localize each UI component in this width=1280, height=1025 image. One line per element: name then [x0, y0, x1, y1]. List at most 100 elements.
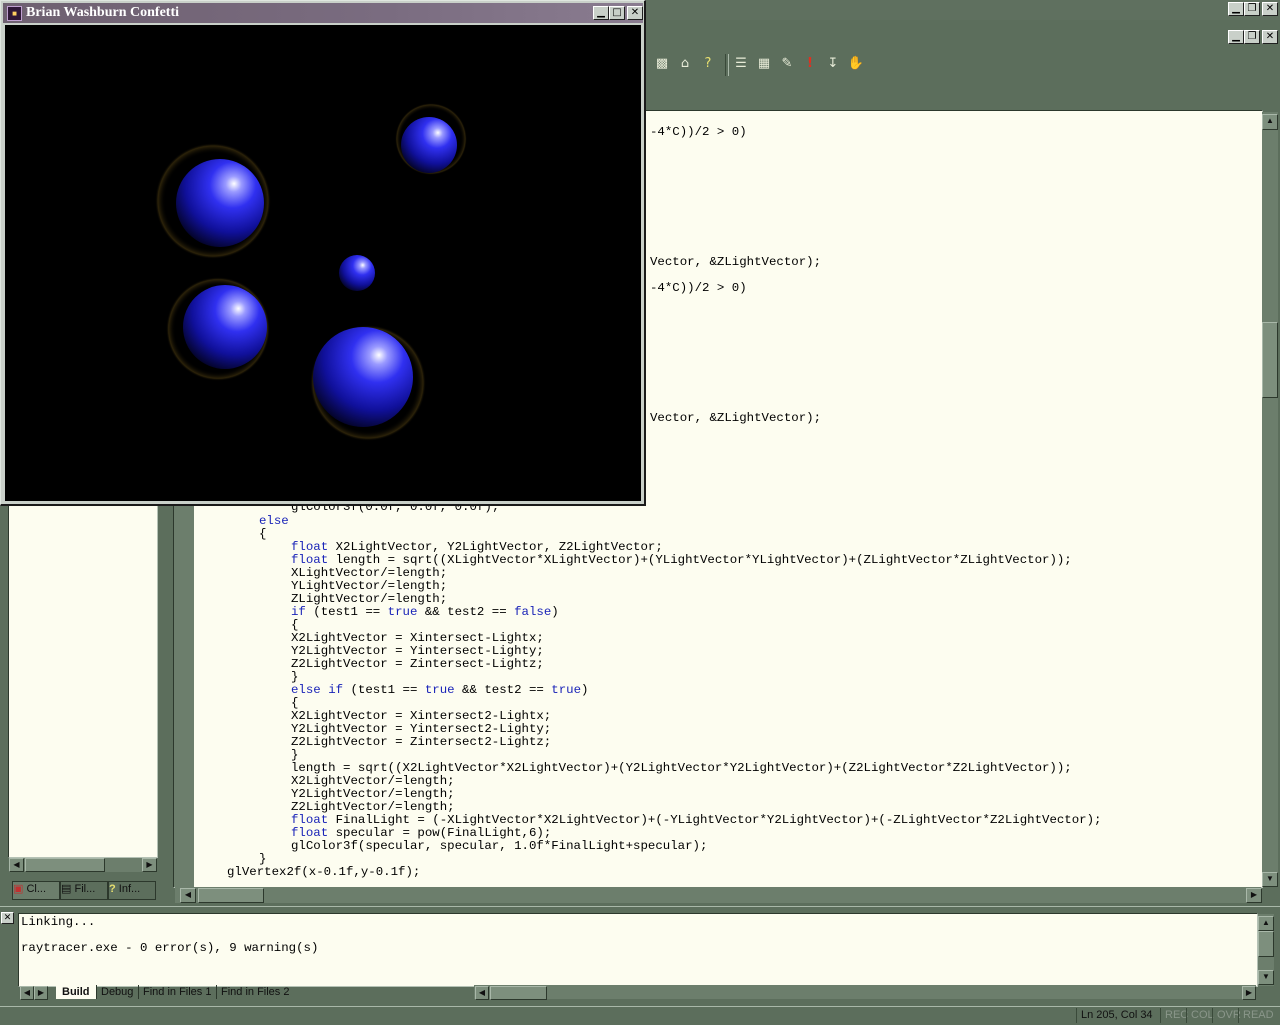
output-hscrollbar[interactable]	[474, 985, 1256, 999]
editor-hscroll-thumb[interactable]	[198, 888, 264, 903]
confetti-close-button[interactable]: ✕	[627, 6, 643, 20]
code-token: {	[259, 527, 267, 541]
doc-restore-button[interactable]: ❐	[1244, 30, 1260, 44]
output-tab-build[interactable]: Build	[56, 985, 96, 999]
toolbar-step-icon[interactable]: ↧	[823, 54, 843, 74]
code-token: X2LightVector/=length;	[291, 774, 455, 788]
toolbar-execute-icon[interactable]: !	[800, 54, 820, 74]
toolbar-compile-icon[interactable]: ✎	[777, 54, 797, 74]
code-token: YLightVector/=length;	[291, 579, 448, 593]
status-rec: REC	[1160, 1008, 1188, 1023]
status-position: Ln 205, Col 34	[1076, 1008, 1161, 1023]
output-tab-debug[interactable]: Debug	[96, 985, 137, 999]
confetti-title-bar[interactable]: ■ Brian Washburn Confetti ▁ □ ✕	[3, 3, 643, 23]
output-vscroll-thumb[interactable]	[1258, 931, 1274, 957]
app-restore-button[interactable]: ❐	[1244, 2, 1260, 16]
workspace-tree[interactable]	[8, 500, 158, 858]
code-token: )	[551, 605, 559, 619]
sphere	[176, 159, 264, 247]
editor-scroll-left-button[interactable]: ◀	[180, 888, 196, 903]
editor-scroll-right-button[interactable]: ▶	[1246, 888, 1262, 903]
code-token: && test2 ==	[454, 683, 552, 697]
code-keyword: else	[259, 514, 289, 528]
confetti-window-title: Brian Washburn Confetti	[26, 5, 179, 20]
confetti-minimize-button[interactable]: ▁	[593, 6, 609, 20]
code-token: ZLightVector/=length;	[291, 592, 448, 606]
sphere	[339, 255, 375, 291]
code-keyword: true	[551, 683, 582, 697]
code-token: Z2LightVector = Zintersect2-Lightz;	[291, 735, 552, 749]
output-tabs-prev-button[interactable]: ▶	[34, 986, 48, 1000]
output-scroll-left-button[interactable]: ◀	[475, 986, 489, 1000]
output-scroll-down-button[interactable]: ▼	[1258, 970, 1274, 985]
output-close-button[interactable]: ✕	[1, 912, 14, 924]
code-token: Y2LightVector = Yintersect2-Lighty;	[291, 722, 552, 736]
code-token: X2LightVector = Xintersect-Lightx;	[291, 631, 544, 645]
code-line: Z2LightVector = Zintersect-Lightz;	[291, 658, 544, 671]
code-fragment: -4*C))/2 > 0)	[650, 281, 747, 295]
output-hscroll-thumb[interactable]	[490, 986, 547, 1000]
output-line: Linking...	[21, 915, 96, 929]
code-token: glColor3f(specular, specular, 1.0f*Final…	[291, 839, 708, 853]
confetti-maximize-button[interactable]: □	[609, 6, 625, 20]
editor-hscrollbar[interactable]	[175, 887, 1261, 903]
editor-scroll-up-button[interactable]: ▲	[1262, 114, 1278, 130]
workspace-tab-infoview[interactable]: ? Inf...	[108, 881, 156, 900]
doc-minimize-button[interactable]: ▁	[1228, 30, 1244, 44]
workspace-scroll-left-button[interactable]: ◀	[9, 858, 24, 872]
code-line: glVertex2f(x-0.1f,y-0.1f);	[227, 866, 420, 879]
code-keyword: false	[514, 605, 552, 619]
code-token: }	[291, 670, 299, 684]
code-token: specular = pow(FinalLight,6);	[328, 826, 552, 840]
code-token: length = sqrt((XLightVector*XLightVector…	[328, 553, 1072, 567]
editor-vscroll-thumb[interactable]	[1262, 322, 1278, 398]
code-keyword: if	[291, 605, 306, 619]
code-token: length = sqrt((X2LightVector*X2LightVect…	[291, 761, 1072, 775]
code-token: Z2LightVector = Zintersect-Lightz;	[291, 657, 544, 671]
info-view-icon: ?	[109, 883, 116, 895]
sphere	[313, 327, 413, 427]
output-tab-find1[interactable]: Find in Files 1	[138, 985, 215, 999]
workspace-tab-classview[interactable]: ▣ Cl...	[12, 881, 60, 900]
code-token: {	[291, 696, 299, 710]
code-token: )	[581, 683, 589, 697]
workspace-scroll-thumb[interactable]	[25, 858, 105, 872]
toolbar-workspace-icon[interactable]: ☰	[731, 54, 751, 74]
code-keyword: true	[424, 683, 455, 697]
app-close-button[interactable]: ✕	[1262, 2, 1278, 16]
editor-scroll-down-button[interactable]: ▼	[1262, 872, 1278, 887]
code-token: && test2 ==	[417, 605, 515, 619]
sphere	[401, 117, 457, 173]
doc-close-button[interactable]: ✕	[1262, 30, 1278, 44]
code-keyword: else	[291, 683, 321, 697]
code-token: }	[259, 852, 267, 866]
app-minimize-button[interactable]: ▁	[1228, 2, 1244, 16]
code-token: FinalLight = (-XLightVector*X2LightVecto…	[328, 813, 1102, 827]
code-line: if (test1 == true && test2 == false)	[291, 606, 559, 619]
code-keyword: true	[387, 605, 418, 619]
code-line: else if (test1 == true && test2 == true)	[291, 684, 588, 697]
toolbar-checkout-icon[interactable]: ▩	[652, 54, 672, 74]
output-tabs-first-button[interactable]: ◀	[20, 986, 34, 1000]
code-token: (test1 ==	[305, 605, 388, 619]
code-fragment: Vector, &ZLightVector);	[650, 411, 822, 425]
render-canvas	[5, 25, 641, 501]
code-token: Y2LightVector = Yintersect-Lighty;	[291, 644, 544, 658]
code-fragment: Vector, &ZLightVector);	[650, 255, 822, 269]
code-line: {	[259, 528, 266, 541]
toolbar-help-search-icon[interactable]: ?	[698, 54, 718, 74]
toolbar-build-icon[interactable]: ▦	[754, 54, 774, 74]
code-token: {	[291, 618, 299, 632]
output-scroll-up-button[interactable]: ▲	[1258, 916, 1274, 931]
toolbar-home-icon[interactable]: ⌂	[675, 54, 695, 74]
editor-vscrollbar[interactable]	[1262, 112, 1278, 886]
output-scroll-right-button[interactable]: ▶	[1242, 986, 1256, 1000]
output-text[interactable]: Linking... raytracer.exe - 0 error(s), 9…	[18, 913, 1258, 987]
output-tab-find2[interactable]: Find in Files 2	[216, 985, 293, 999]
toolbar-hand-icon[interactable]: ✋	[846, 54, 866, 74]
class-view-icon: ▣	[13, 882, 24, 895]
confetti-window[interactable]: ■ Brian Washburn Confetti ▁ □ ✕	[0, 0, 646, 506]
file-view-icon: ▤	[61, 882, 72, 895]
workspace-scroll-right-button[interactable]: ▶	[142, 858, 157, 872]
workspace-tab-fileview[interactable]: ▤ Fil...	[60, 881, 108, 900]
